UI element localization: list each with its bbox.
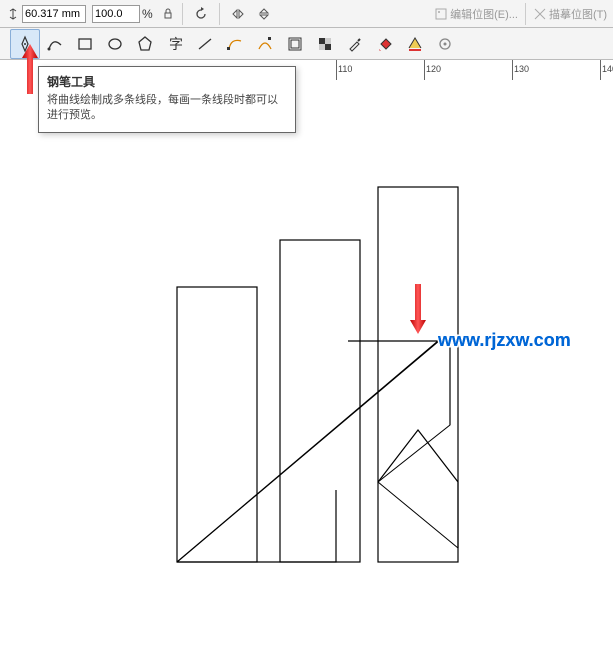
svg-text:字: 字: [169, 37, 183, 53]
mirror-h-icon[interactable]: [227, 3, 249, 25]
rectangle-tool-icon[interactable]: [70, 29, 100, 59]
separator: [525, 3, 526, 25]
arrow-path: [177, 341, 458, 562]
curve2-tool-icon[interactable]: [250, 29, 280, 59]
watermark: www.rjzxw.com: [438, 330, 571, 351]
scale-field-group: %: [92, 5, 153, 23]
scale-input[interactable]: [92, 5, 140, 23]
separator: [182, 3, 183, 25]
height-icon: [7, 8, 19, 20]
curve-tool-icon[interactable]: [220, 29, 250, 59]
polygon-tool-icon[interactable]: [130, 29, 160, 59]
fill-tool-icon[interactable]: [370, 29, 400, 59]
eyedropper-tool-icon[interactable]: [340, 29, 370, 59]
rotate-icon[interactable]: [190, 3, 212, 25]
tooltip-body: 将曲线绘制成多条线段，每画一条线段时都可以进行预览。: [47, 93, 287, 124]
envelope-tool-icon[interactable]: [280, 29, 310, 59]
tooltip-title: 钢笔工具: [47, 73, 287, 90]
canvas[interactable]: [0, 80, 613, 647]
tooltip: 钢笔工具 将曲线绘制成多条线段，每画一条线段时都可以进行预览。: [38, 66, 296, 133]
scale-unit: %: [142, 7, 153, 21]
bar-3: [378, 187, 458, 562]
mirror-v-icon[interactable]: [253, 3, 275, 25]
separator: [219, 3, 220, 25]
bar-2: [280, 240, 360, 562]
bezier-tool-icon[interactable]: [40, 29, 70, 59]
bar-1: [177, 287, 257, 562]
height-input[interactable]: [22, 5, 86, 23]
toolbox-row: 字: [0, 28, 613, 60]
red-arrow-canvas: [408, 284, 428, 334]
red-arrow-tool: [20, 44, 40, 99]
drawing: [0, 80, 613, 647]
transparency-tool-icon[interactable]: [310, 29, 340, 59]
height-field-group: [4, 5, 86, 23]
ellipse-tool-icon[interactable]: [100, 29, 130, 59]
trace-bitmap-icon[interactable]: 描摹位图(T): [533, 3, 607, 25]
outline-tool-icon[interactable]: [400, 29, 430, 59]
edit-bitmap-icon[interactable]: 编辑位图(E)...: [434, 3, 518, 25]
text-tool-icon[interactable]: 字: [160, 29, 190, 59]
options-tool-icon[interactable]: [430, 29, 460, 59]
line-tool-icon[interactable]: [190, 29, 220, 59]
lock-icon[interactable]: [162, 8, 174, 20]
property-bar: % 编辑位图(E)... 描摹位图(T): [0, 0, 613, 28]
